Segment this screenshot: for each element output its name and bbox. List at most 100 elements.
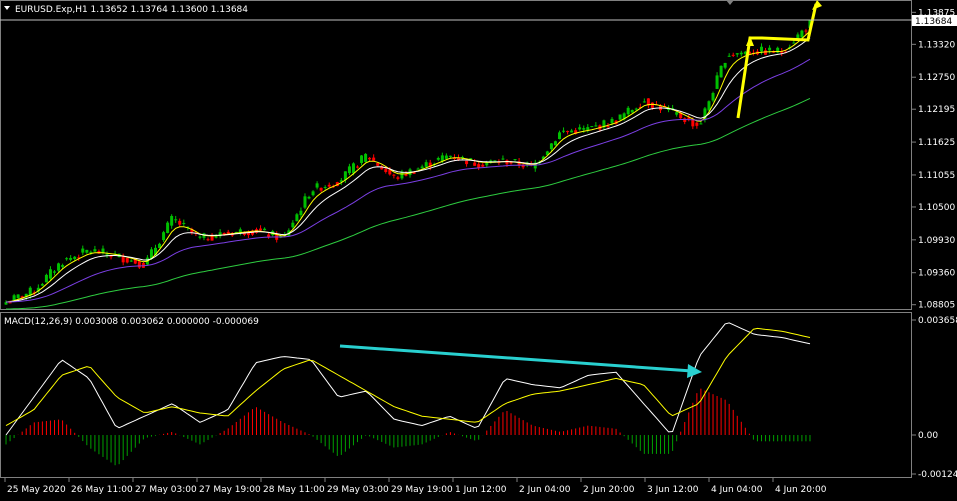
candle-body [327, 184, 331, 187]
candle-body [695, 122, 699, 126]
candle-body [735, 53, 739, 55]
time-tick-label: 29 May 19:00 [391, 485, 453, 495]
candle-body [719, 65, 723, 78]
candle-body [198, 236, 202, 238]
candle-body [711, 93, 715, 101]
candle-body [505, 160, 509, 165]
time-tick-label: 26 May 11:00 [71, 485, 133, 495]
time-tick-label: 27 May 19:00 [199, 485, 261, 495]
candle-body [566, 131, 570, 133]
candle-body [420, 166, 424, 169]
candle-body [392, 174, 396, 176]
candle-body [723, 62, 727, 68]
candle-body [465, 160, 469, 165]
candle-body [739, 52, 743, 55]
candle-body [311, 191, 315, 196]
candle-body [323, 186, 327, 188]
candle-body [299, 210, 303, 216]
candle-body [178, 220, 182, 225]
candle-body [764, 50, 768, 55]
chart-canvas[interactable]: EURUSD.Exp,H1 1.13652 1.13764 1.13600 1.… [0, 0, 957, 497]
background [0, 0, 957, 497]
candle-body [493, 160, 497, 162]
candle-body [368, 157, 372, 160]
time-tick-label: 25 May 2020 [7, 485, 66, 495]
candle-body [570, 130, 574, 133]
candle-body [214, 236, 218, 238]
candle-body [513, 159, 517, 161]
time-tick-label: 2 Jun 20:00 [583, 485, 635, 495]
candle-body [416, 168, 420, 170]
candle-body [553, 141, 557, 146]
time-tick-label: 4 Jun 20:00 [775, 485, 827, 495]
candle-body [440, 155, 444, 162]
candle-body [594, 125, 598, 127]
candle-body [485, 162, 489, 166]
price-tick-label: 1.09930 [918, 236, 955, 246]
price-tick-label: 1.10500 [918, 203, 955, 213]
time-tick-label: 4 Jun 04:00 [711, 485, 763, 495]
candle-body [129, 260, 133, 262]
candle-body [89, 251, 93, 253]
candle-body [65, 258, 69, 260]
candle-body [238, 229, 242, 233]
candle-body [319, 187, 323, 191]
candle-body [347, 166, 351, 174]
candle-body [618, 114, 622, 120]
candle-body [650, 102, 654, 108]
price-tick-label: 1.11055 [918, 171, 955, 181]
candle-body [125, 257, 129, 263]
candle-body [549, 143, 553, 150]
candle-body [81, 248, 85, 253]
candle-body [586, 127, 590, 131]
candle-body [800, 30, 804, 38]
candle-body [360, 155, 364, 163]
candle-body [372, 157, 376, 161]
candle-body [396, 177, 400, 179]
candle-body [137, 261, 141, 268]
price-tick-label: 1.12195 [918, 105, 955, 115]
candle-body [768, 47, 772, 51]
candle-body [174, 219, 178, 221]
candle-body [61, 265, 65, 267]
candle-body [85, 249, 89, 253]
candle-body [804, 30, 808, 32]
candle-body [683, 118, 687, 122]
candle-body [436, 157, 440, 160]
candle-body [699, 123, 703, 125]
time-tick-label: 3 Jun 12:00 [647, 485, 699, 495]
price-tick-label: 1.12750 [918, 73, 955, 83]
chart-window: EURUSD.Exp,H1 1.13652 1.13764 1.13600 1.… [0, 0, 957, 497]
candle-body [582, 128, 586, 130]
time-tick-label: 1 Jun 12:00 [455, 485, 507, 495]
candle-body [267, 234, 271, 237]
price-tick-label: 1.11625 [918, 138, 955, 148]
candle-body [12, 295, 16, 301]
candle-body [444, 155, 448, 159]
candle-body [448, 155, 452, 157]
candle-body [562, 130, 566, 132]
candle-body [634, 108, 638, 110]
price-tick-label: 1.09360 [918, 269, 955, 279]
macd-tick-label: 0.003658 [918, 316, 957, 326]
macd-tick-label: 0.00 [918, 431, 938, 441]
candle-body [630, 109, 634, 113]
candle-body [760, 46, 763, 52]
candle-body [473, 162, 477, 166]
candle-body [356, 166, 359, 168]
candle-body [40, 284, 44, 286]
candle-body [182, 222, 186, 224]
candle-body [727, 55, 731, 57]
time-tick-label: 28 May 11:00 [263, 485, 325, 495]
macd-panel-header: MACD(12,26,9) 0.003008 0.003062 0.000000… [4, 317, 259, 327]
candle-body [93, 249, 97, 252]
candle-body [8, 302, 12, 304]
candle-body [263, 228, 267, 231]
time-tick-label: 27 May 03:00 [135, 485, 197, 495]
candle-body [481, 164, 485, 167]
price-tick-label: 1.08805 [918, 301, 955, 311]
candle-body [715, 75, 719, 89]
candle-body [796, 34, 800, 39]
candle-body [291, 222, 295, 228]
candle-body [303, 196, 307, 208]
